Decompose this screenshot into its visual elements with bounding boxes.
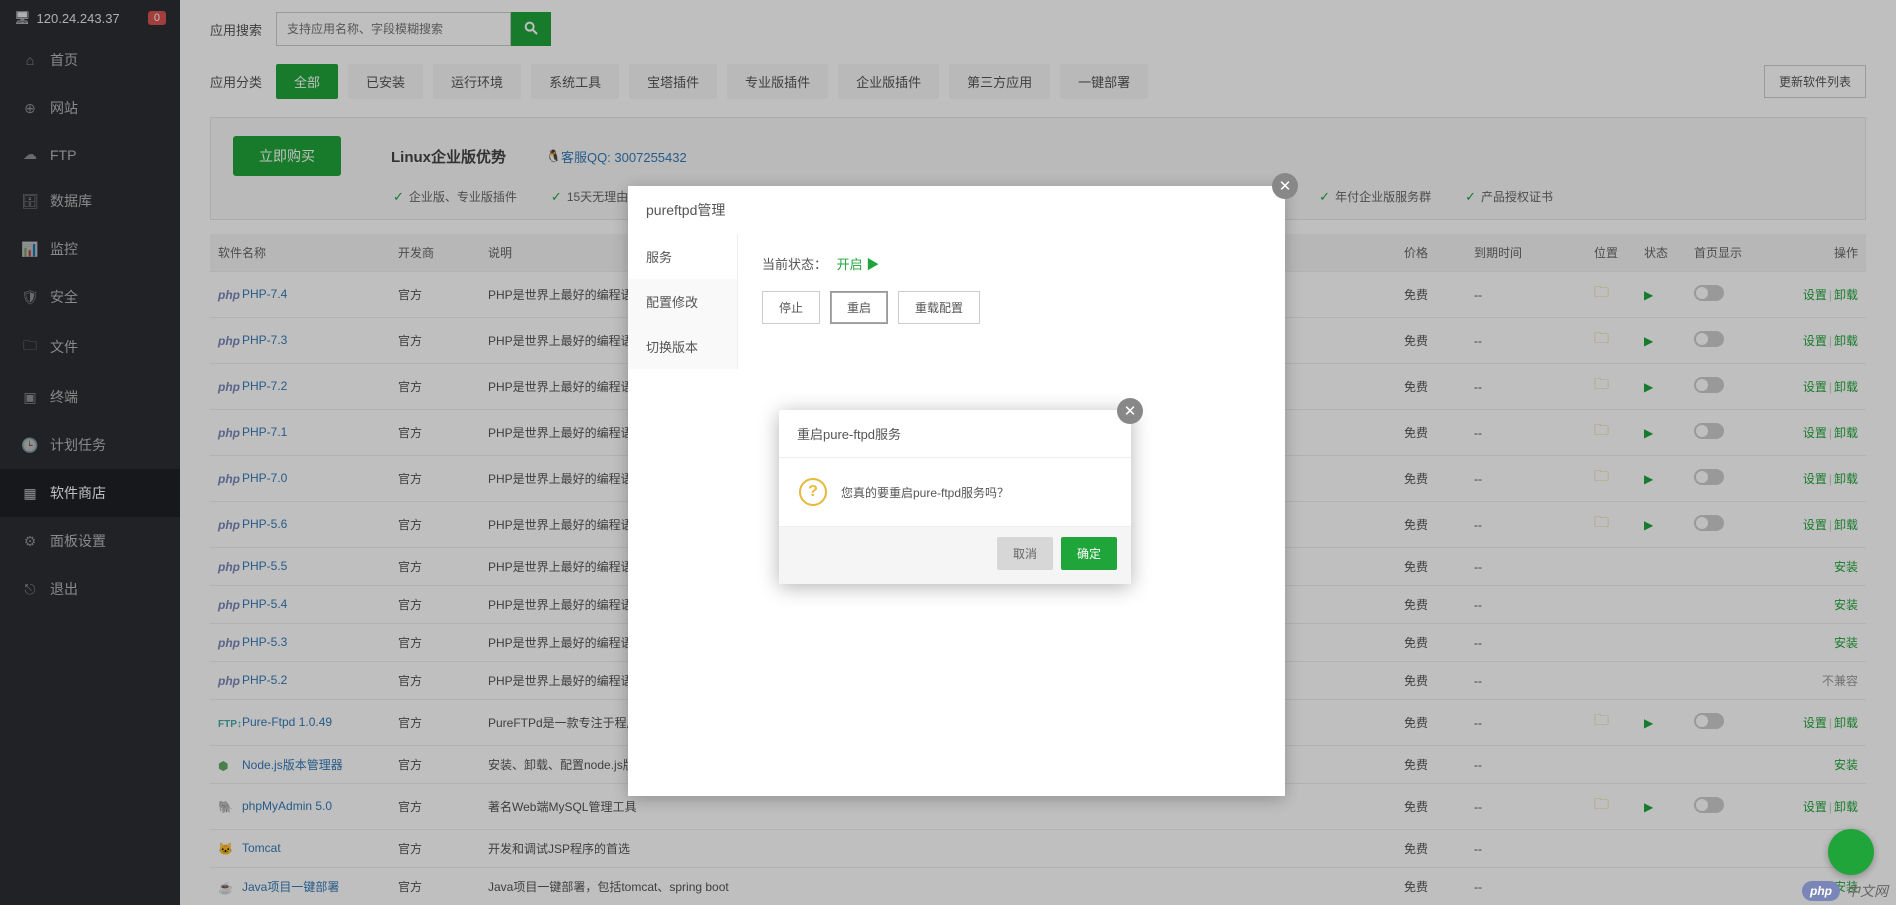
service-btn-0[interactable]: 停止 — [762, 291, 820, 324]
cancel-button[interactable]: 取消 — [997, 537, 1053, 570]
confirm-message: 您真的要重启pure-ftpd服务吗？ — [841, 484, 1009, 501]
ok-button[interactable]: 确定 — [1061, 537, 1117, 570]
panel-tab-2[interactable]: 切换版本 — [628, 324, 737, 369]
confirm-dialog: ✕ 重启pure-ftpd服务 ? 您真的要重启pure-ftpd服务吗？ 取消… — [779, 410, 1131, 584]
status-label: 当前状态： — [762, 257, 827, 272]
watermark: php 中文网 — [1802, 881, 1888, 901]
fab-button[interactable] — [1828, 829, 1874, 875]
panel-tab-1[interactable]: 配置修改 — [628, 279, 737, 324]
service-btn-2[interactable]: 重载配置 — [898, 291, 980, 324]
service-buttons: 停止重启重载配置 — [762, 291, 1261, 324]
service-status-row: 当前状态： 开启 ▶ — [762, 254, 1261, 273]
panel-main: 当前状态： 开启 ▶ 停止重启重载配置 — [738, 234, 1285, 369]
php-logo-icon: php — [1802, 881, 1840, 901]
status-value: 开启 ▶ — [837, 257, 880, 272]
service-btn-1[interactable]: 重启 — [830, 291, 888, 324]
panel-side-tabs: 服务配置修改切换版本 — [628, 234, 738, 369]
question-icon: ? — [799, 478, 827, 506]
panel-title: pureftpd管理 — [628, 186, 1285, 234]
close-icon[interactable]: ✕ — [1117, 398, 1143, 424]
panel-tab-0[interactable]: 服务 — [628, 234, 737, 279]
confirm-title: 重启pure-ftpd服务 — [779, 410, 1131, 458]
close-icon[interactable]: ✕ — [1272, 173, 1298, 199]
